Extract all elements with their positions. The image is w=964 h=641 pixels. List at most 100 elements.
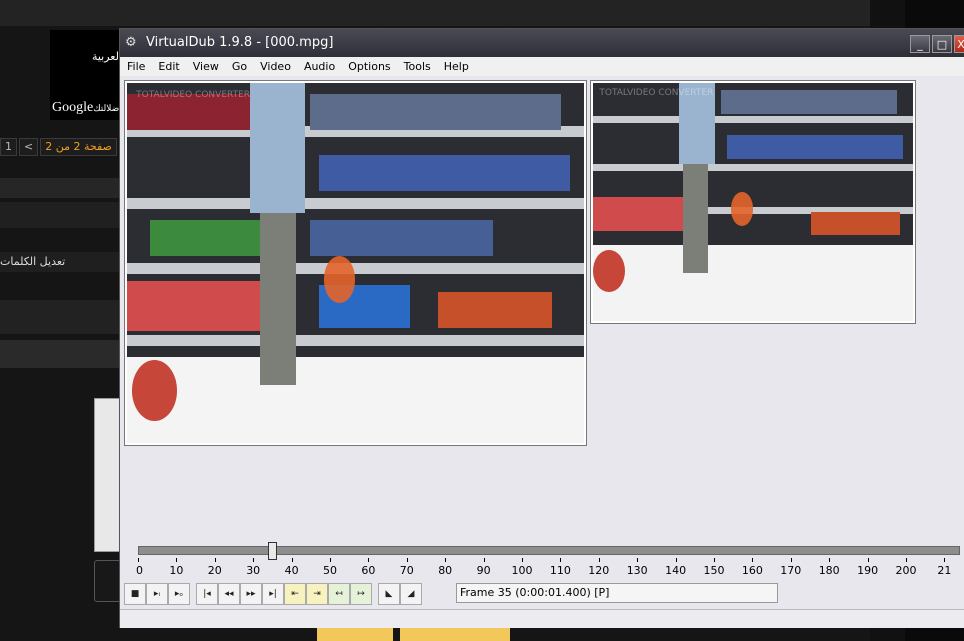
timeline-tick-label: 130	[626, 564, 648, 577]
timeline-tick	[637, 558, 639, 562]
menu-view[interactable]: View	[186, 57, 225, 76]
reply-textarea[interactable]	[94, 398, 122, 552]
toolbar-group-nav: |◂ ◂◂ ▸▸ ▸| ⇤ ⇥ ↤ ↦	[196, 583, 372, 605]
status-bar	[120, 609, 964, 628]
close-button[interactable]: X	[954, 35, 964, 53]
menu-audio[interactable]: Audio	[297, 57, 341, 76]
prev-keyframe-button[interactable]: ⇤	[284, 583, 306, 605]
menu-go[interactable]: Go	[225, 57, 253, 76]
pagination: 1 < صفحة 2 من 2	[0, 138, 117, 156]
pager-prev[interactable]: <	[19, 138, 39, 156]
timeline-track[interactable]	[138, 546, 960, 555]
timeline-tick-label: 70	[399, 564, 414, 577]
go-end-button[interactable]: ▸|	[262, 583, 284, 605]
menu-help[interactable]: Help	[437, 57, 475, 76]
timeline-tick-label: 180	[818, 564, 840, 577]
edit-words-label: تعديل الكلمات	[0, 255, 66, 268]
timeline-tick-label: 10	[169, 564, 184, 577]
page-band	[0, 178, 120, 198]
play-output-button[interactable]: ▸ₒ	[168, 583, 190, 605]
window-title: VirtualDub 1.9.8 - [000.mpg]	[146, 35, 334, 50]
mark-in-button[interactable]: ◣	[378, 583, 400, 605]
menu-bar: File Edit View Go Video Audio Options To…	[120, 57, 964, 76]
menu-edit[interactable]: Edit	[151, 57, 185, 76]
timeline-tick	[138, 558, 139, 562]
timeline-tick	[560, 558, 562, 562]
pager-label: صفحة 2 من 2	[40, 138, 117, 156]
menu-file[interactable]: File	[120, 57, 151, 76]
play-input-button[interactable]: ▸ᵢ	[146, 583, 168, 605]
timeline-tick	[406, 558, 408, 562]
page-top-bar	[0, 0, 870, 26]
timeline-tick-label: 80	[438, 564, 453, 577]
prev-frame-button[interactable]: ◂◂	[218, 583, 240, 605]
title-bar[interactable]: ⚙ VirtualDub 1.9.8 - [000.mpg] _ □ X	[120, 29, 964, 57]
timeline-tick-label: 0	[136, 564, 143, 577]
timeline-tick	[291, 558, 293, 562]
minimize-button[interactable]: _	[910, 35, 930, 53]
mark-out-button[interactable]: ◢	[400, 583, 422, 605]
timeline-tick	[598, 558, 600, 562]
stop-button[interactable]: ■	[124, 583, 146, 605]
timeline-tick-label: 21	[937, 564, 952, 577]
timeline-tick	[675, 558, 677, 562]
page-button[interactable]	[94, 560, 122, 602]
go-start-button[interactable]: |◂	[196, 583, 218, 605]
timeline-tick-label: 120	[588, 564, 610, 577]
page-band	[0, 202, 120, 228]
frame-status-field: Frame 35 (0:00:01.400) [P]	[456, 583, 778, 603]
menu-options[interactable]: Options	[341, 57, 396, 76]
menu-video[interactable]: Video	[253, 57, 297, 76]
next-keyframe-button[interactable]: ⇥	[306, 583, 328, 605]
next-frame-button[interactable]: ▸▸	[240, 583, 262, 605]
timeline-tick-label: 140	[665, 564, 687, 577]
menu-tools[interactable]: Tools	[397, 57, 437, 76]
maximize-button[interactable]: □	[932, 35, 952, 53]
timeline-tick-label: 60	[361, 564, 376, 577]
output-video-pane[interactable]: TOTALVIDEO CONVERTER	[590, 80, 916, 324]
input-watermark: TOTALVIDEO CONVERTER	[136, 90, 251, 101]
timeline-tick-label: 40	[284, 564, 299, 577]
timeline-tick	[867, 558, 869, 562]
google-translate-box[interactable]: العربية Googleضلالتك	[50, 30, 130, 120]
toolbar-group-play: ■ ▸ᵢ ▸ₒ	[124, 583, 190, 605]
timeline-tick	[253, 558, 255, 562]
virtualdub-window: ⚙ VirtualDub 1.9.8 - [000.mpg] _ □ X Fil…	[119, 28, 964, 628]
app-gear-icon[interactable]: ⚙	[125, 35, 141, 51]
page-band	[0, 300, 120, 334]
timeline-tick-label: 150	[703, 564, 725, 577]
input-video-frame: TOTALVIDEO CONVERTER	[127, 83, 584, 443]
page-band	[0, 340, 120, 368]
pager-first[interactable]: 1	[0, 138, 17, 156]
timeline-tick	[944, 558, 946, 562]
timeline-tick-label: 160	[741, 564, 763, 577]
timeline-tick-label: 50	[323, 564, 337, 577]
timeline-tick	[330, 558, 331, 562]
google-arabic-label: العربية	[91, 50, 122, 63]
timeline-tick-label: 170	[780, 564, 802, 577]
timeline-tick-label: 20	[207, 564, 222, 577]
output-watermark: TOTALVIDEO CONVERTER	[599, 87, 714, 98]
next-scene-button[interactable]: ↦	[350, 583, 372, 605]
timeline-tick-label: 110	[549, 564, 571, 577]
timeline-tick	[522, 558, 523, 562]
timeline-tick	[214, 558, 216, 562]
timeline-tick	[906, 558, 907, 562]
timeline-tick-label: 100	[511, 564, 533, 577]
input-video-pane[interactable]: TOTALVIDEO CONVERTER	[124, 80, 587, 446]
toolbar-group-mark: ◣ ◢	[378, 583, 422, 605]
timeline-tick	[829, 558, 831, 562]
timeline-tick-label: 30	[246, 564, 261, 577]
output-video-frame: TOTALVIDEO CONVERTER	[593, 83, 913, 321]
timeline-tick-label: 90	[476, 564, 491, 577]
timeline-tick	[176, 558, 178, 562]
timeline-tick	[790, 558, 792, 562]
prev-scene-button[interactable]: ↤	[328, 583, 350, 605]
timeline-tick-label: 190	[857, 564, 879, 577]
timeline-tick	[714, 558, 715, 562]
edit-words-link[interactable]: تعديل الكلمات	[0, 252, 120, 272]
timeline-tick	[445, 558, 447, 562]
playback-toolbar: ■ ▸ᵢ ▸ₒ |◂ ◂◂ ▸▸ ▸| ⇤ ⇥ ↤ ↦ ◣ ◢	[124, 583, 428, 605]
timeline-tick	[483, 558, 485, 562]
timeline-ticks: 0 10 20 30 40 50 60 70 80 90 100 110 120 130 140 150 160…	[136, 558, 964, 578]
